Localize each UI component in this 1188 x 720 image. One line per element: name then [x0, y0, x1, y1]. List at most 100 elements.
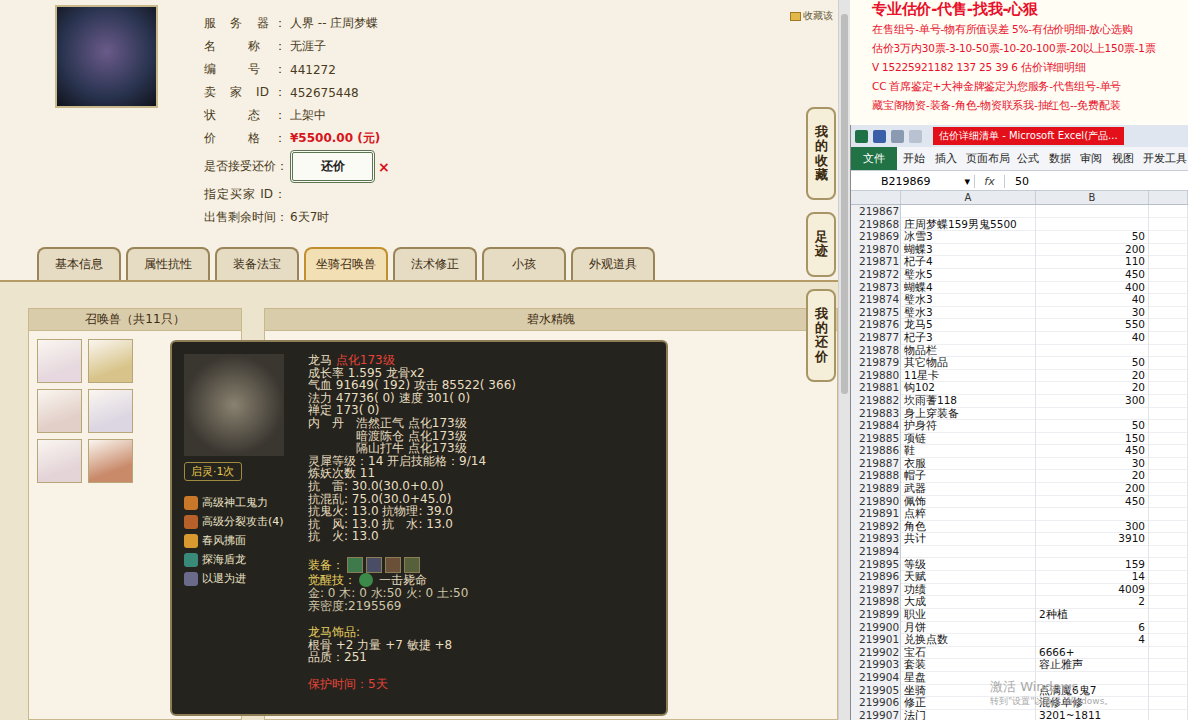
row-number[interactable]: 219867: [851, 205, 901, 218]
cell[interactable]: 兑换点数: [901, 633, 1036, 647]
cell[interactable]: 星盘: [901, 671, 1036, 685]
cell[interactable]: 修正: [901, 696, 1036, 710]
cell[interactable]: 4009: [1036, 583, 1149, 597]
cell[interactable]: [1149, 558, 1188, 572]
cell[interactable]: 200: [1036, 482, 1149, 496]
row-number[interactable]: 219880: [851, 369, 901, 383]
tab[interactable]: 属性抗性: [126, 247, 210, 280]
cell[interactable]: [1149, 469, 1188, 483]
cell[interactable]: 身上穿装备: [901, 407, 1036, 421]
cell[interactable]: 佩饰: [901, 495, 1036, 509]
cell[interactable]: 2: [1036, 595, 1149, 609]
row-number[interactable]: 219894: [851, 545, 901, 558]
pet-thumbnail[interactable]: [37, 439, 82, 483]
tab[interactable]: 外观道具: [571, 247, 655, 280]
cell[interactable]: 功绩: [901, 583, 1036, 597]
cell[interactable]: 3201~1811: [1036, 709, 1149, 720]
row-number[interactable]: 219877: [851, 331, 901, 345]
cell[interactable]: [1036, 671, 1149, 685]
equipment-icon[interactable]: [385, 557, 401, 573]
cell[interactable]: [1149, 419, 1188, 433]
cell[interactable]: 璧水3: [901, 293, 1036, 307]
cell[interactable]: 混修单修: [1036, 696, 1149, 710]
ribbon-tab[interactable]: 开始: [897, 147, 929, 170]
cell[interactable]: 坎雨蓍118: [901, 394, 1036, 408]
pet-thumbnail[interactable]: [37, 389, 82, 433]
row-number[interactable]: 219881: [851, 381, 901, 395]
row-number[interactable]: 219868: [851, 218, 901, 232]
cell[interactable]: [1149, 709, 1188, 720]
row-number[interactable]: 219869: [851, 230, 901, 244]
pet-thumbnail[interactable]: [88, 339, 133, 383]
cell[interactable]: [1036, 507, 1149, 521]
fx-icon[interactable]: fx: [975, 175, 1005, 188]
cell[interactable]: [1149, 532, 1188, 546]
cell[interactable]: [1149, 482, 1188, 496]
side-button[interactable]: 我的收藏: [806, 107, 836, 200]
equipment-icon[interactable]: [347, 557, 363, 573]
cell[interactable]: [1149, 381, 1188, 395]
cell[interactable]: 护身符: [901, 419, 1036, 433]
cell[interactable]: 鞋: [901, 444, 1036, 458]
row-number[interactable]: 219892: [851, 520, 901, 534]
cell[interactable]: [1149, 658, 1188, 672]
cell[interactable]: 40: [1036, 293, 1149, 307]
cell[interactable]: 武器: [901, 482, 1036, 496]
cell[interactable]: [1149, 281, 1188, 295]
cell[interactable]: 400: [1036, 281, 1149, 295]
save-icon[interactable]: [873, 130, 886, 143]
counter-offer-button[interactable]: 还价: [290, 150, 375, 183]
cell[interactable]: [1149, 595, 1188, 609]
pet-thumbnail[interactable]: [88, 439, 133, 483]
cell[interactable]: 璧水3: [901, 306, 1036, 320]
cell[interactable]: 50: [1036, 419, 1149, 433]
row-number[interactable]: 219899: [851, 608, 901, 622]
cell[interactable]: [1149, 696, 1188, 710]
cell[interactable]: [1149, 495, 1188, 509]
cell[interactable]: [1149, 205, 1188, 218]
cell[interactable]: 帽子: [901, 469, 1036, 483]
row-number[interactable]: 219873: [851, 281, 901, 295]
row-number[interactable]: 219901: [851, 633, 901, 647]
row-number[interactable]: 219886: [851, 444, 901, 458]
row-number[interactable]: 219898: [851, 595, 901, 609]
cell[interactable]: 庄周梦蝶159男鬼5500: [901, 218, 1036, 232]
cell[interactable]: [1149, 621, 1188, 635]
cell[interactable]: 点满魔6鬼7: [1036, 684, 1149, 698]
ribbon-tab[interactable]: 页面布局: [960, 147, 1011, 170]
cell[interactable]: [1149, 520, 1188, 534]
cell[interactable]: 550: [1036, 318, 1149, 332]
row-number[interactable]: 219874: [851, 293, 901, 307]
pet-thumbnail[interactable]: [88, 389, 133, 433]
cell[interactable]: 110: [1036, 255, 1149, 269]
cell[interactable]: 300: [1036, 520, 1149, 534]
cell[interactable]: [1149, 331, 1188, 345]
row-number[interactable]: 219875: [851, 306, 901, 320]
row-number[interactable]: 219895: [851, 558, 901, 572]
cell[interactable]: 6666+: [1036, 646, 1149, 660]
row-number[interactable]: 219905: [851, 684, 901, 698]
cell[interactable]: 40: [1036, 331, 1149, 345]
cell[interactable]: [1149, 243, 1188, 257]
cell[interactable]: [1036, 344, 1149, 358]
ribbon-tab[interactable]: 插入: [929, 147, 961, 170]
row-number[interactable]: 219906: [851, 696, 901, 710]
cell[interactable]: 坐骑: [901, 684, 1036, 698]
cell[interactable]: [901, 545, 1036, 558]
side-button[interactable]: 足迹: [806, 212, 836, 277]
side-button[interactable]: 我的还价: [806, 289, 836, 382]
cell[interactable]: [1149, 570, 1188, 584]
name-box[interactable]: B219869▾: [851, 175, 975, 188]
cell[interactable]: 20: [1036, 369, 1149, 383]
ribbon-tab[interactable]: 公式: [1011, 147, 1043, 170]
row-number[interactable]: 219890: [851, 495, 901, 509]
row-number[interactable]: 219907: [851, 709, 901, 720]
row-number[interactable]: 219902: [851, 646, 901, 660]
cell[interactable]: [1149, 583, 1188, 597]
cell[interactable]: 30: [1036, 457, 1149, 471]
tab[interactable]: 法术修正: [393, 247, 477, 280]
cell[interactable]: 法门: [901, 709, 1036, 720]
ribbon-tab[interactable]: 文件: [851, 147, 897, 170]
cell[interactable]: 50: [1036, 356, 1149, 370]
favorite-link[interactable]: 收藏该: [790, 9, 833, 23]
